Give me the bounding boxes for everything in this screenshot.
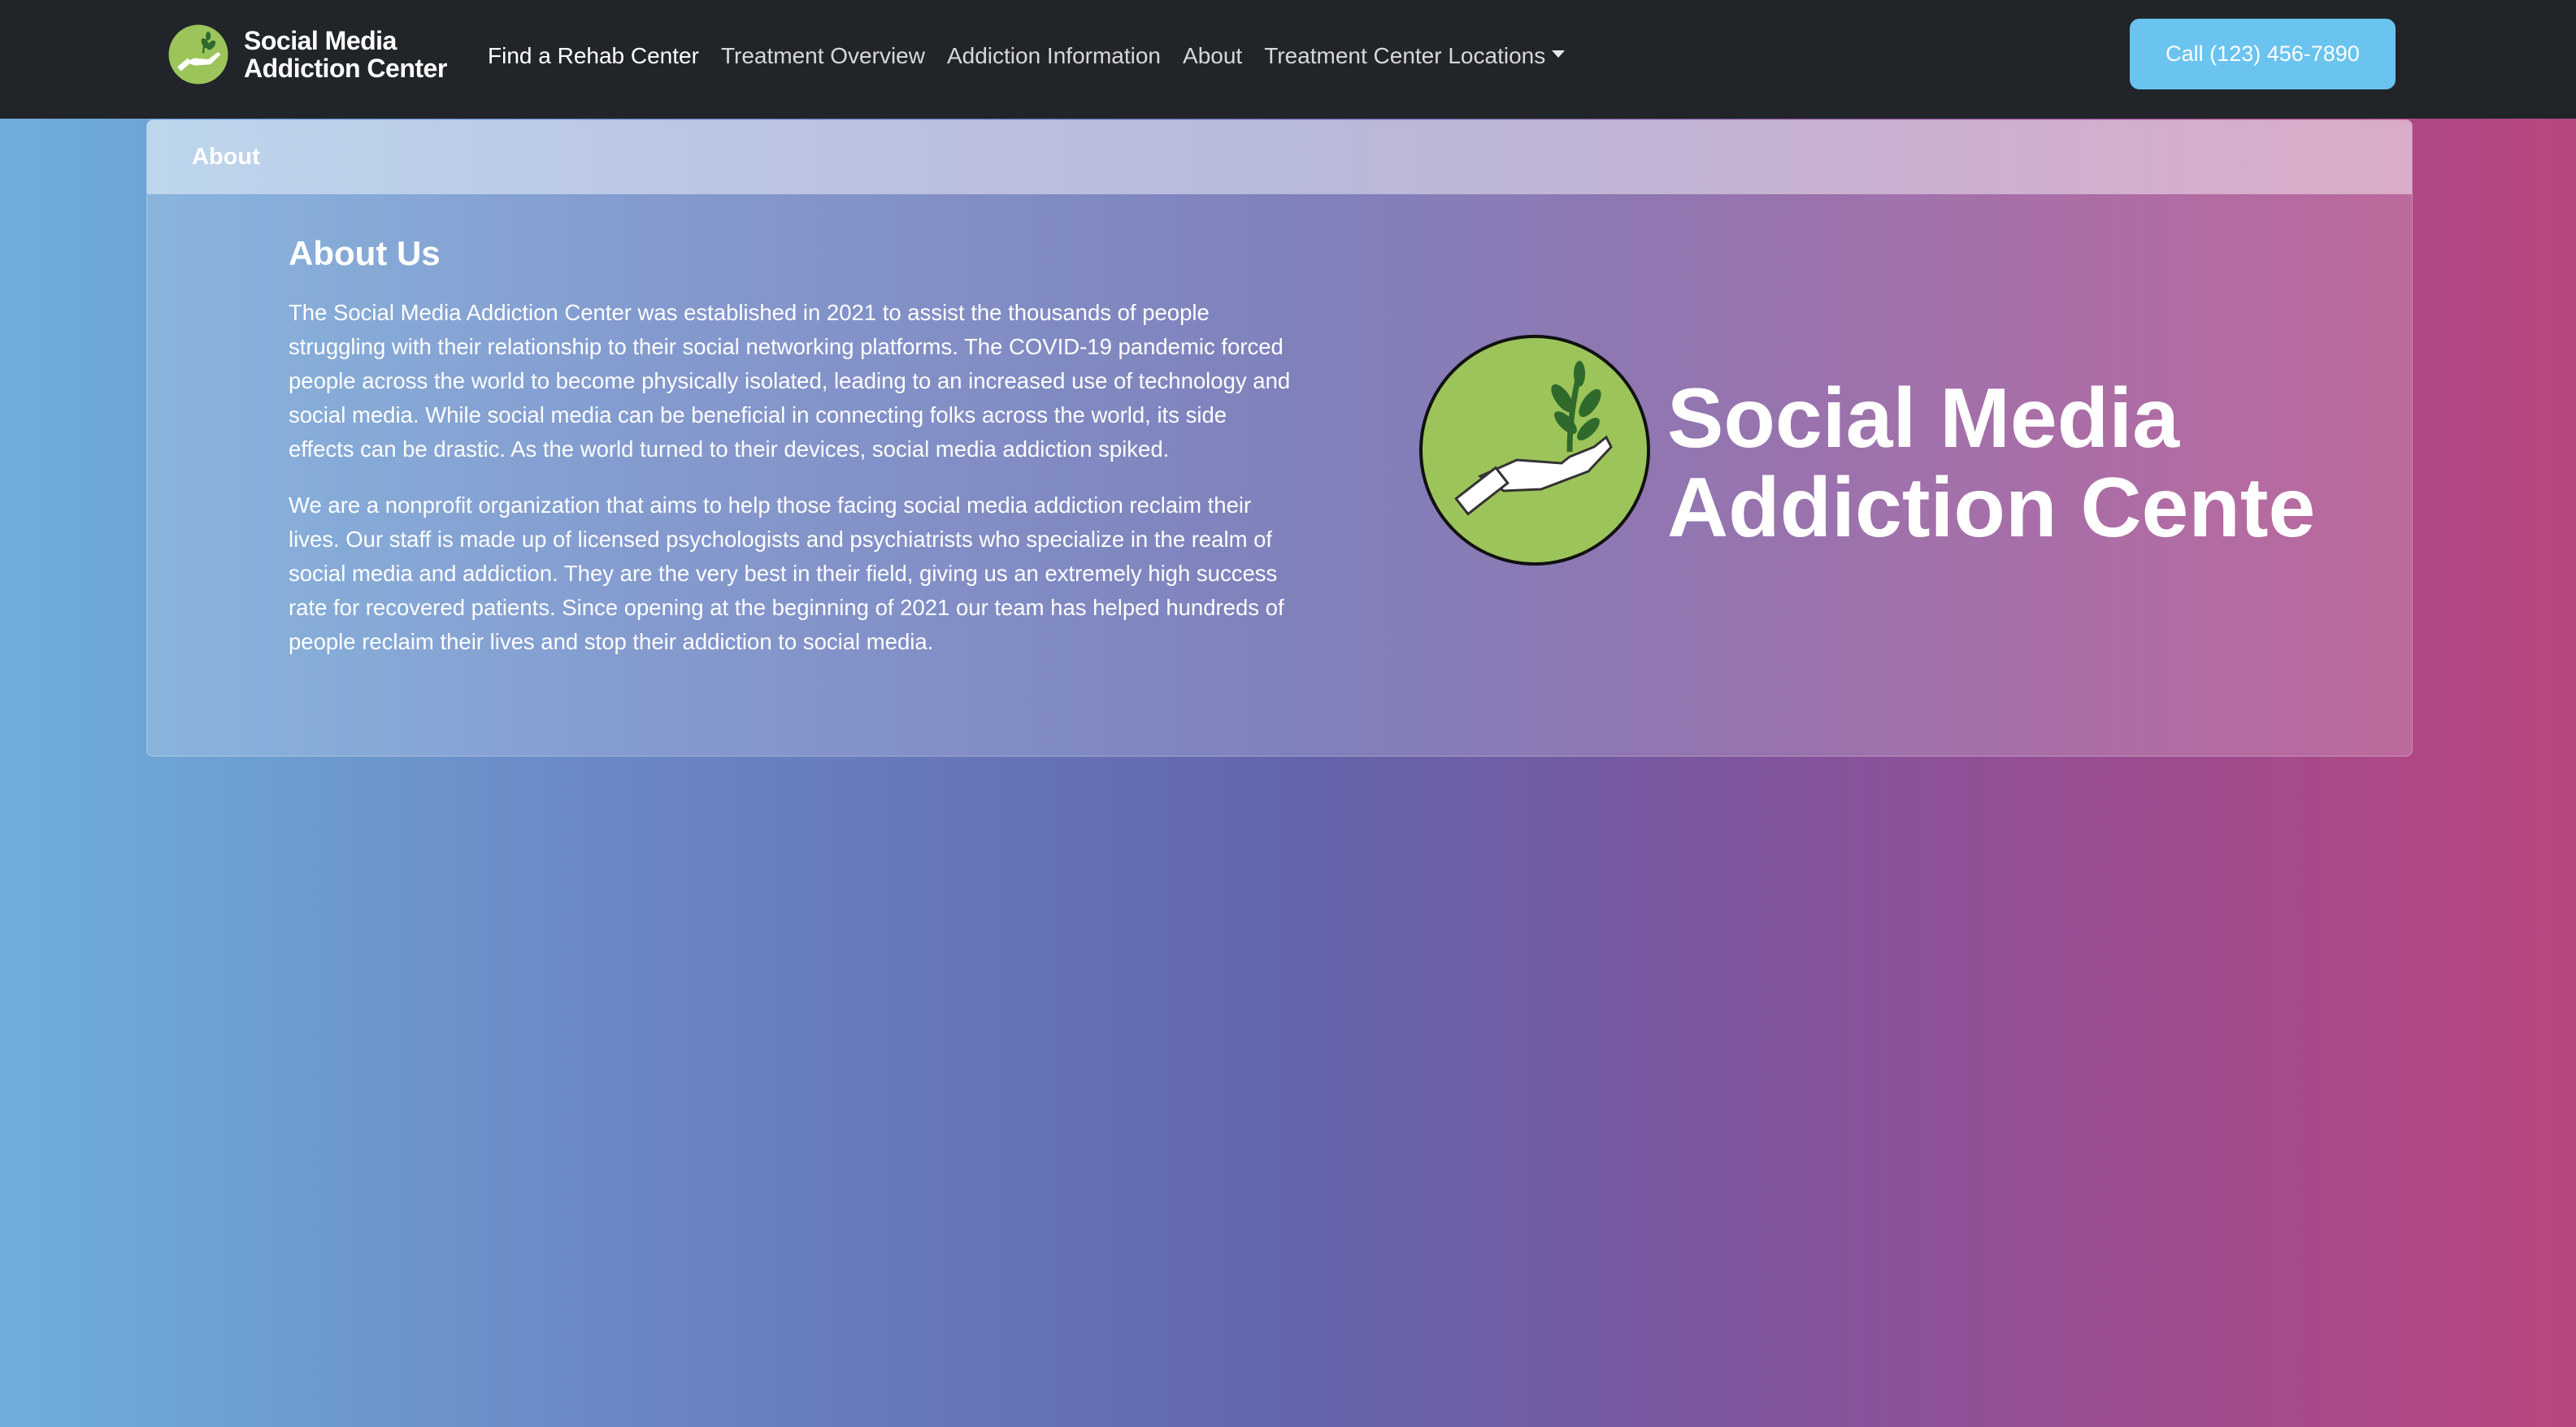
nav-find-rehab-center[interactable]: Find a Rehab Center: [488, 43, 699, 69]
nav-treatment-overview[interactable]: Treatment Overview: [721, 43, 925, 69]
organization-logo: Social Media Addiction Center: [1419, 335, 2313, 566]
nav-treatment-center-locations-dropdown[interactable]: Treatment Center Locations: [1264, 43, 1566, 69]
nav-addiction-information[interactable]: Addiction Information: [947, 43, 1161, 69]
about-card: About About Us The Social Media Addictio…: [146, 119, 2413, 757]
about-us-heading: About Us: [289, 234, 441, 272]
about-paragraph-1: The Social Media Addiction Center was es…: [289, 300, 1291, 462]
brand-name-line2: Addiction Center: [244, 54, 447, 83]
nav-treatment-center-locations-label: Treatment Center Locations: [1264, 43, 1546, 68]
logo-text-line2: Addiction Center: [1667, 461, 2313, 555]
nav-about[interactable]: About: [1183, 43, 1242, 69]
hand-holding-plant-icon: [1419, 335, 1650, 566]
top-navbar: Social Media Addiction Center Find a Reh…: [0, 0, 2576, 119]
about-body: The Social Media Addiction Center was es…: [289, 296, 1297, 681]
brand-link[interactable]: Social Media Addiction Center: [167, 23, 447, 86]
card-header: About: [147, 120, 2412, 194]
brand-name-line1: Social Media: [244, 26, 397, 55]
nav-links: Find a Rehab Center Treatment Overview A…: [488, 36, 1587, 76]
logo-text-line1: Social Media: [1667, 371, 2180, 466]
about-paragraph-2: We are a nonprofit organization that aim…: [289, 492, 1284, 654]
caret-down-icon: [1552, 50, 1566, 59]
hand-holding-plant-icon: [168, 24, 228, 85]
call-button[interactable]: Call (123) 456-7890: [2130, 19, 2396, 89]
